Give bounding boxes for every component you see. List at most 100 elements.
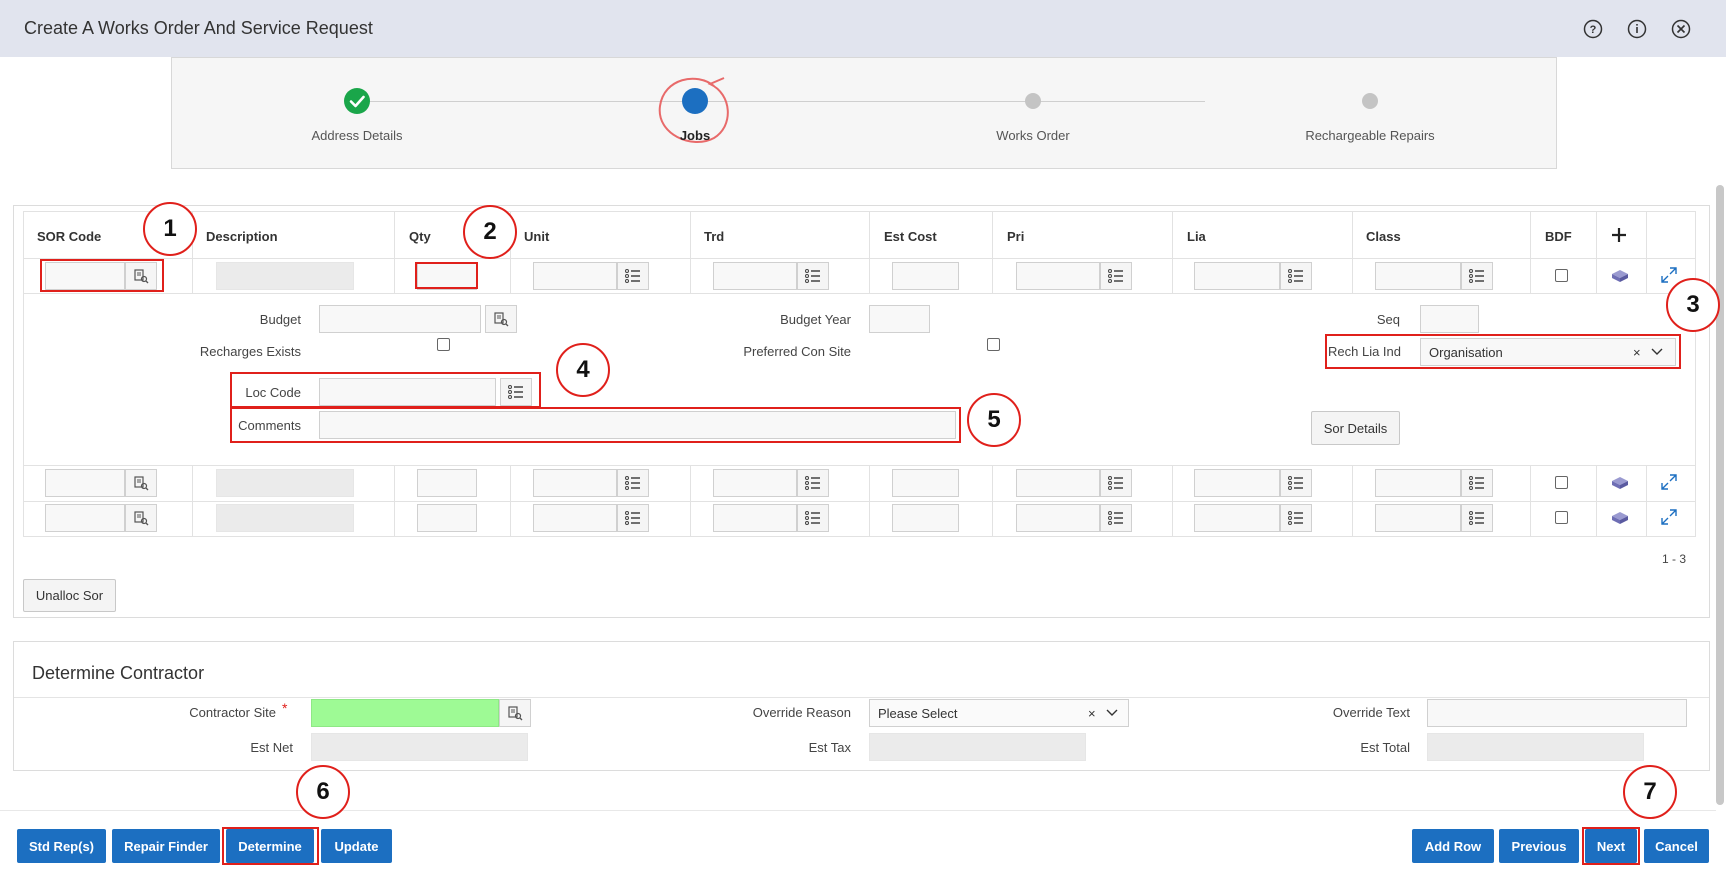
annotation-circle-6: 6 [296,765,350,819]
row-divider [23,465,1696,466]
unit-input[interactable] [533,504,617,532]
col-header-lia[interactable]: Lia [1187,229,1206,244]
lia-input[interactable] [1194,262,1280,290]
add-row-button[interactable]: Add Row [1412,829,1494,863]
list-icon[interactable] [797,262,829,290]
est-cost-input[interactable] [892,262,959,290]
chevron-down-icon[interactable] [1105,706,1119,725]
budget-input[interactable] [319,305,481,333]
close-icon[interactable] [1670,18,1692,40]
budget-year-input[interactable] [869,305,930,333]
seq-input[interactable] [1420,305,1479,333]
expand-icon[interactable] [1660,508,1678,531]
list-icon[interactable] [1461,469,1493,497]
col-header-sor-code[interactable]: SOR Code [37,229,101,244]
trd-input[interactable] [713,469,797,497]
update-button[interactable]: Update [321,829,392,863]
col-header-unit[interactable]: Unit [524,229,549,244]
class-input[interactable] [1375,262,1461,290]
col-sep [690,211,691,293]
svg-text:?: ? [1590,24,1597,36]
qty-input[interactable] [417,469,477,497]
stepper-track [360,101,1205,102]
pri-input[interactable] [1016,469,1100,497]
col-header-pri[interactable]: Pri [1007,229,1024,244]
est-cost-input[interactable] [892,504,959,532]
list-icon[interactable] [1461,504,1493,532]
override-text-input[interactable] [1427,699,1687,727]
cube-icon[interactable] [1610,474,1630,495]
help-icon[interactable]: ? [1582,18,1604,40]
bdf-checkbox[interactable] [1555,476,1568,489]
list-icon[interactable] [1280,504,1312,532]
lia-input[interactable] [1194,504,1280,532]
sor-code-input[interactable] [45,504,125,532]
sor-code-lookup-button[interactable] [125,504,157,532]
preferred-con-site-checkbox[interactable] [987,338,1000,351]
cube-icon[interactable] [1610,509,1630,530]
cube-icon[interactable] [1610,267,1630,288]
sor-details-button[interactable]: Sor Details [1311,411,1400,445]
list-icon[interactable] [1280,469,1312,497]
class-input[interactable] [1375,469,1461,497]
contractor-site-input[interactable] [311,699,499,727]
previous-button[interactable]: Previous [1499,829,1579,863]
list-icon[interactable] [617,262,649,290]
expand-icon[interactable] [1660,473,1678,496]
contractor-site-lookup-button[interactable] [499,699,531,727]
list-icon[interactable] [617,504,649,532]
list-icon[interactable] [1100,504,1132,532]
section-divider [14,697,1709,698]
step-rechargeable-repairs[interactable]: Rechargeable Repairs [1270,128,1470,143]
list-icon[interactable] [617,469,649,497]
sor-code-lookup-button[interactable] [125,469,157,497]
preferred-con-site-label: Preferred Con Site [743,344,851,359]
list-icon[interactable] [1100,262,1132,290]
repair-finder-button[interactable]: Repair Finder [112,829,220,863]
clear-icon[interactable]: × [1088,706,1096,721]
row-divider [23,501,1696,502]
list-icon[interactable] [797,469,829,497]
pri-input[interactable] [1016,262,1100,290]
est-net-field [311,733,528,761]
col-header-class[interactable]: Class [1366,229,1401,244]
col-header-trd[interactable]: Trd [704,229,724,244]
col-header-est-cost[interactable]: Est Cost [884,229,937,244]
list-icon[interactable] [1461,262,1493,290]
list-icon[interactable] [1280,262,1312,290]
pagination-label: 1 - 3 [1661,552,1686,566]
col-header-bdf[interactable]: BDF [1545,229,1572,244]
trd-input[interactable] [713,504,797,532]
page-title: Create A Works Order And Service Request [24,18,373,38]
col-header-description[interactable]: Description [206,229,278,244]
col-sep [869,465,870,537]
budget-lookup-button[interactable] [485,305,517,333]
bdf-checkbox[interactable] [1555,269,1568,282]
recharges-exists-checkbox[interactable] [437,338,450,351]
annotation-circle-1: 1 [143,202,197,256]
bdf-checkbox[interactable] [1555,511,1568,524]
cancel-button[interactable]: Cancel [1644,829,1709,863]
est-cost-input[interactable] [892,469,959,497]
scrollbar[interactable] [1716,185,1724,805]
unit-input[interactable] [533,469,617,497]
col-header-qty[interactable]: Qty [409,229,431,244]
pri-input[interactable] [1016,504,1100,532]
list-icon[interactable] [797,504,829,532]
lia-input[interactable] [1194,469,1280,497]
unit-input[interactable] [533,262,617,290]
sor-code-input[interactable] [45,469,125,497]
plus-icon[interactable] [1610,226,1628,244]
step-works-order[interactable]: Works Order [933,128,1133,143]
unalloc-sor-button[interactable]: Unalloc Sor [23,579,116,612]
annotation-circle-3: 3 [1666,278,1720,332]
step-address-details[interactable]: Address Details [257,128,457,143]
step-jobs[interactable]: Jobs [595,128,795,143]
info-icon[interactable] [1626,18,1648,40]
qty-input[interactable] [417,504,477,532]
class-input[interactable] [1375,504,1461,532]
list-icon[interactable] [1100,469,1132,497]
description-field [216,504,354,532]
trd-input[interactable] [713,262,797,290]
std-reps-button[interactable]: Std Rep(s) [17,829,106,863]
